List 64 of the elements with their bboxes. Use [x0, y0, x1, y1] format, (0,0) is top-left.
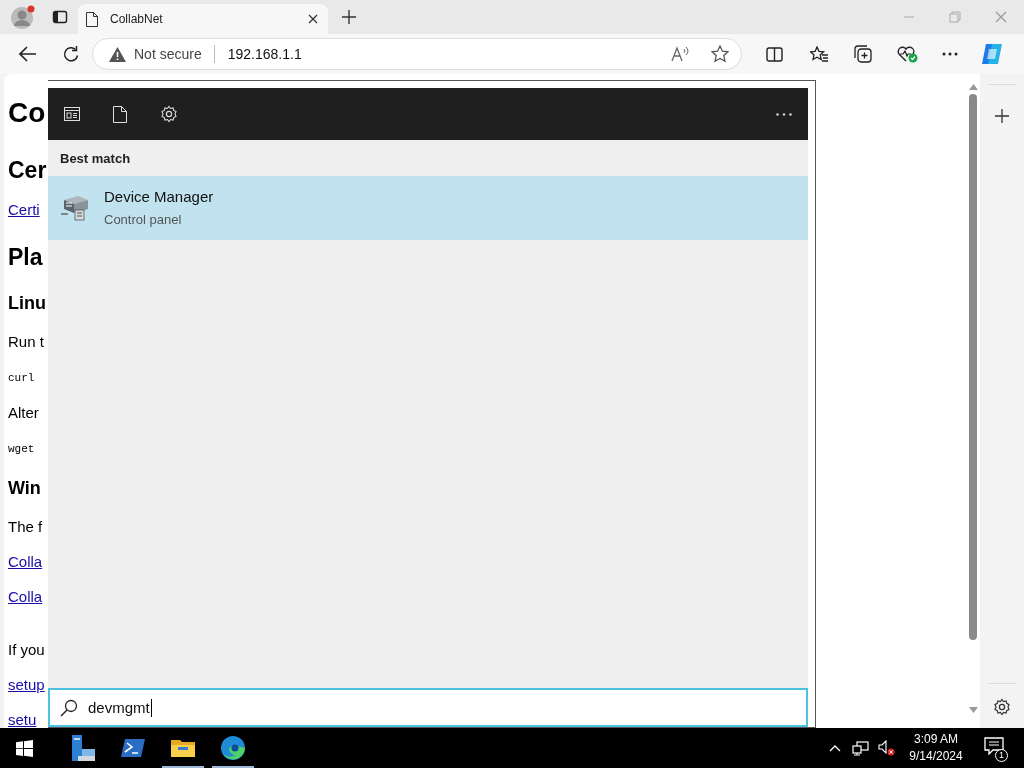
- section-heading: Cer: [8, 156, 47, 185]
- security-label[interactable]: Not secure: [134, 43, 202, 65]
- profile-icon[interactable]: [10, 4, 36, 30]
- link[interactable]: Colla: [8, 552, 43, 572]
- code-text: curl: [8, 371, 35, 386]
- clock-time[interactable]: 3:09 AM: [914, 731, 958, 748]
- favorites-icon[interactable]: [810, 45, 829, 63]
- link[interactable]: Colla: [8, 587, 43, 607]
- volume-muted-icon[interactable]: [878, 740, 895, 756]
- subsection-heading: Linu: [8, 292, 46, 315]
- notification-button[interactable]: 1: [984, 737, 1006, 759]
- back-icon[interactable]: [19, 46, 37, 62]
- section-heading: Pla: [8, 243, 43, 272]
- folder-icon[interactable]: [171, 738, 195, 758]
- close-icon[interactable]: [308, 14, 318, 24]
- browser-tab[interactable]: CollabNet: [78, 4, 328, 34]
- favorite-star-icon[interactable]: [711, 45, 729, 63]
- copilot-icon[interactable]: [980, 42, 1004, 66]
- url-text[interactable]: 192.168.1.1: [227, 43, 302, 65]
- add-icon[interactable]: [995, 109, 1009, 123]
- result-title: Device Manager: [104, 186, 214, 207]
- tab-actions-icon[interactable]: [52, 9, 68, 25]
- result-subtitle: Control panel: [104, 210, 183, 229]
- address-bar[interactable]: Not secure 192.168.1.1: [92, 38, 742, 70]
- more-icon[interactable]: [942, 52, 958, 56]
- refresh-icon[interactable]: [63, 45, 80, 63]
- search-icon: [60, 698, 78, 717]
- subsection-heading: Win: [8, 477, 41, 500]
- link[interactable]: setu: [8, 710, 37, 728]
- server-manager-icon[interactable]: [70, 734, 96, 762]
- link[interactable]: setup: [8, 675, 45, 695]
- notification-count: 1: [995, 749, 1008, 762]
- link[interactable]: Certi: [8, 200, 40, 220]
- terminal-icon[interactable]: [121, 738, 145, 758]
- settings-icon[interactable]: [993, 698, 1011, 716]
- apps-icon[interactable]: [64, 107, 80, 121]
- search-field[interactable]: devmgmt: [48, 688, 808, 727]
- edge-browser-icon[interactable]: [220, 735, 246, 761]
- paragraph-text: The f: [8, 517, 43, 537]
- more-icon[interactable]: [776, 112, 792, 116]
- scroll-down-icon[interactable]: [969, 707, 978, 713]
- tab-title[interactable]: CollabNet: [110, 10, 308, 28]
- code-text: wget: [8, 442, 35, 457]
- new-tab-icon[interactable]: [342, 10, 356, 24]
- paragraph-text: If you: [8, 640, 45, 660]
- section-label: Best match: [60, 150, 132, 168]
- split-screen-icon[interactable]: [766, 46, 783, 62]
- page-heading: Co: [8, 96, 46, 130]
- start-icon[interactable]: [16, 739, 33, 757]
- search-result[interactable]: Device Manager Control panel: [48, 175, 808, 240]
- read-aloud-icon[interactable]: [671, 46, 689, 62]
- device-manager-icon: [60, 193, 90, 222]
- paragraph-text: Alter: [8, 403, 39, 423]
- heart-pulse-icon[interactable]: [897, 45, 918, 63]
- clock-date[interactable]: 9/14/2024: [909, 748, 963, 765]
- chevron-up-icon[interactable]: [829, 744, 841, 752]
- document-icon[interactable]: [113, 105, 127, 123]
- collections-icon[interactable]: [854, 45, 872, 63]
- scroll-up-icon[interactable]: [969, 84, 978, 90]
- warning-icon: [109, 46, 126, 62]
- paragraph-text: Run t: [8, 332, 44, 352]
- network-icon[interactable]: [852, 740, 869, 756]
- scrollbar-thumb[interactable]: [969, 94, 977, 640]
- page-icon: [86, 11, 98, 27]
